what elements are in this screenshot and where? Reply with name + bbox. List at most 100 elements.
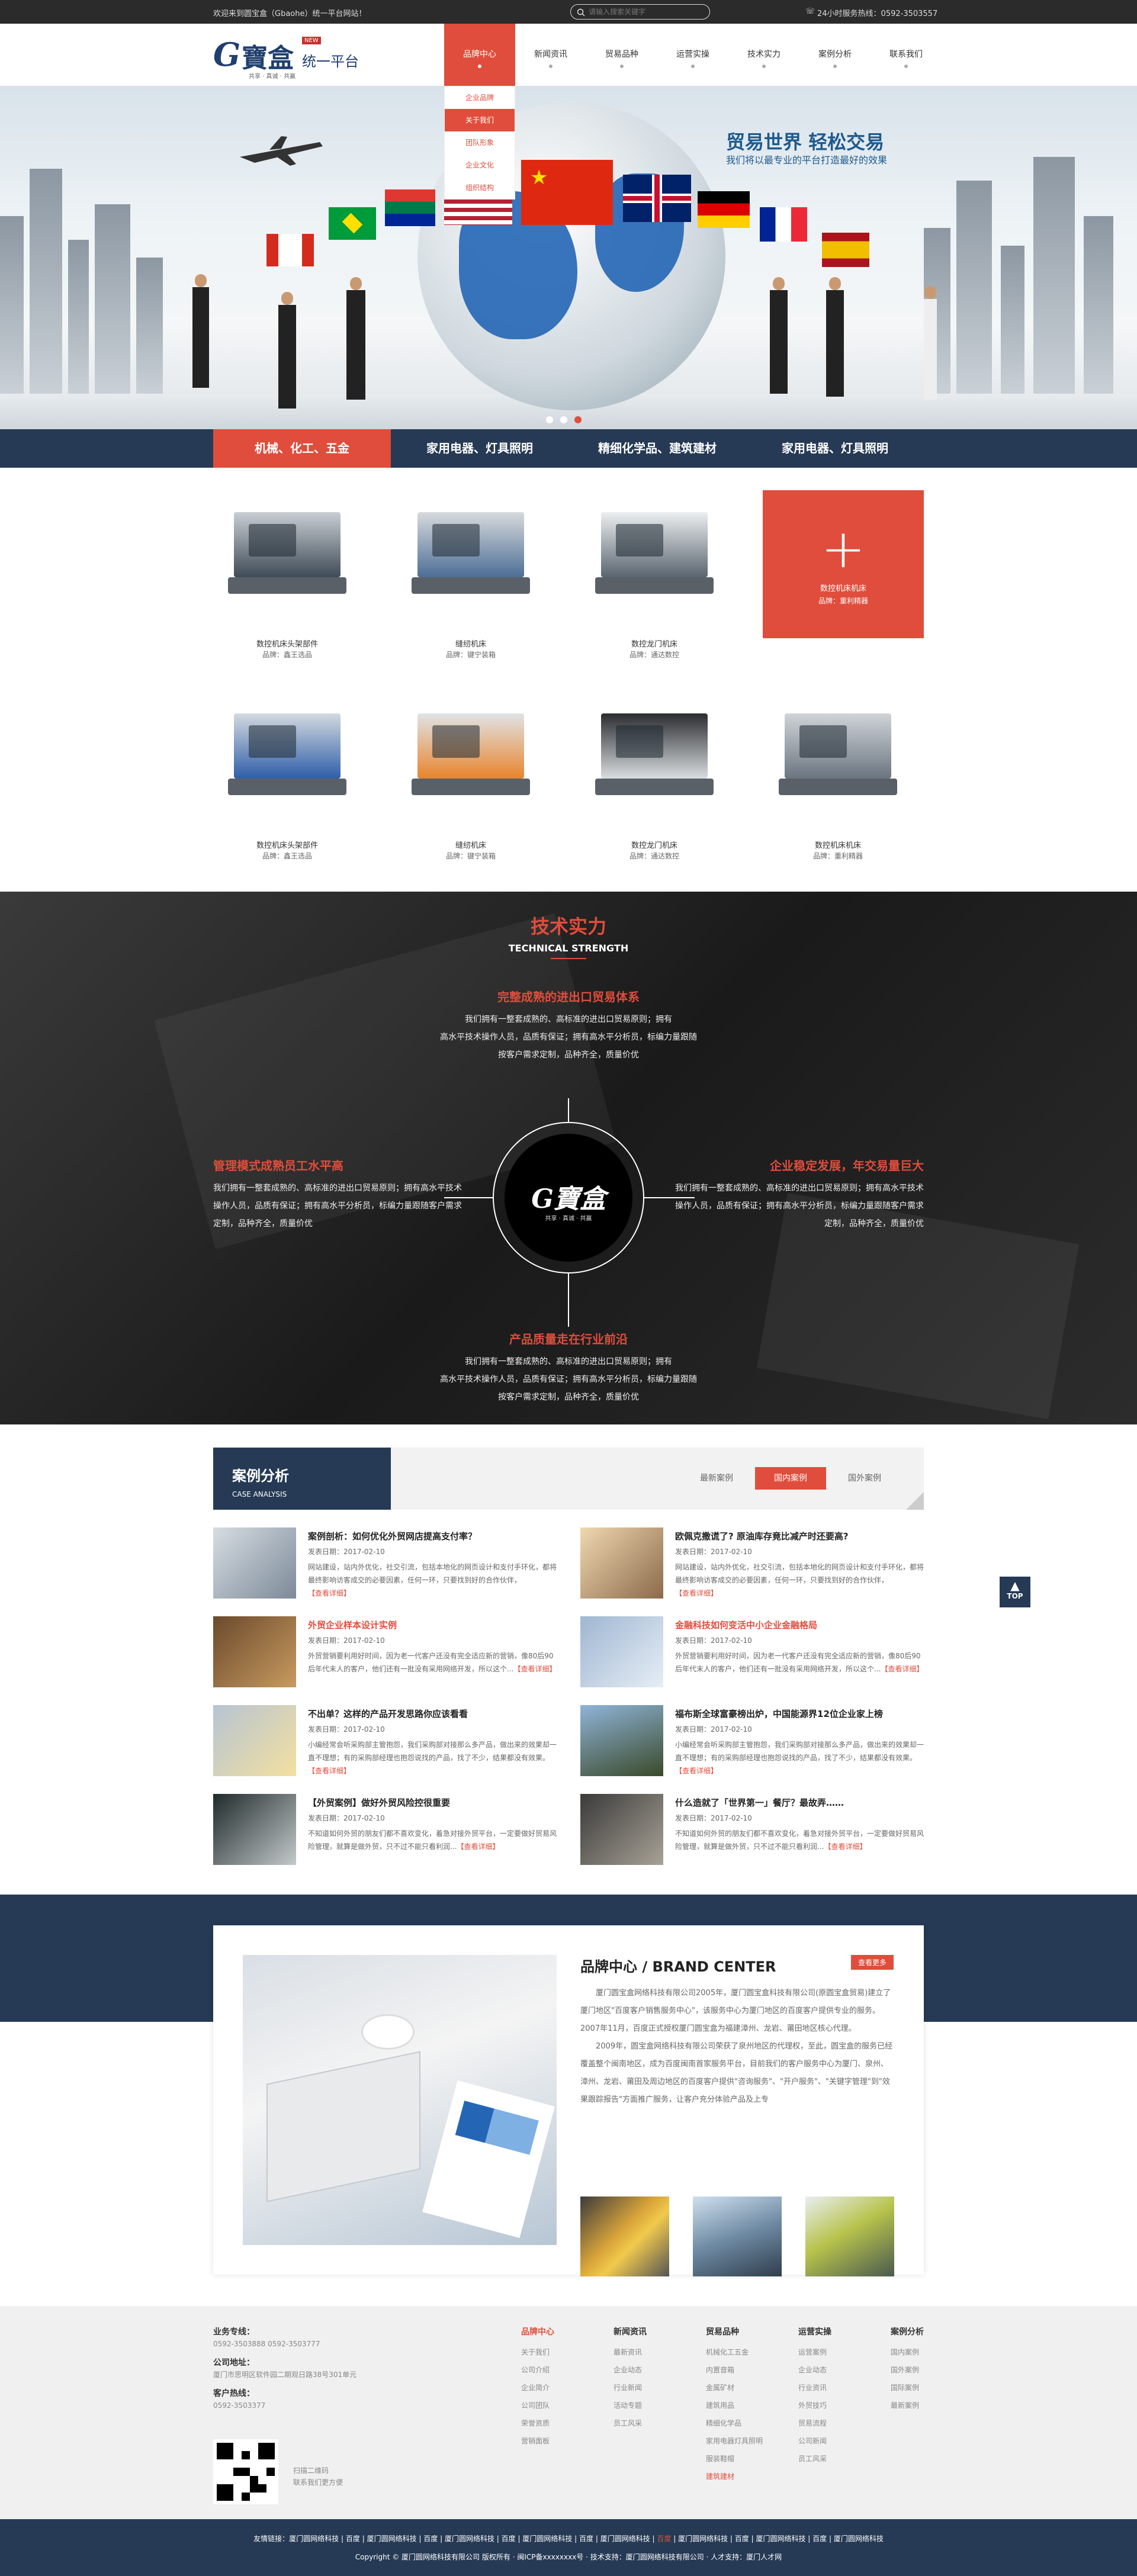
case-title[interactable]: 【外贸案例】做好外贸风险控很重要	[308, 1796, 560, 1809]
footer-link[interactable]: 服装鞋帽	[706, 2450, 763, 2468]
friend-link[interactable]: 百度	[735, 2535, 749, 2543]
case-item[interactable]: 案例剖析：如何优化外贸网店提高支付率？ 发表日期：2017-02-10 网站建设，站…	[213, 1527, 560, 1599]
case-title[interactable]: 福布斯全球富豪榜出炉，中国能源界12位企业家上榜	[675, 1707, 927, 1720]
friend-link[interactable]: 百度	[346, 2535, 360, 2543]
brand-more-button[interactable]: 查看更多	[851, 1955, 894, 1970]
footer-link[interactable]: 员工风采	[614, 2414, 647, 2432]
case-title[interactable]: 金融科技如何变活中小企业金融格局	[675, 1619, 927, 1631]
footer-link[interactable]: 建筑用品	[706, 2397, 763, 2414]
office-thumbnail[interactable]	[580, 2196, 669, 2276]
read-more-link[interactable]: 【查看详细】	[513, 1665, 556, 1673]
hero-banner[interactable]: ★ 贸易世界 轻松交易 我们将以最专业的平台打造最好的效果	[0, 86, 1137, 429]
footer-link[interactable]: 公司团队	[521, 2397, 554, 2414]
footer-link[interactable]: 金属矿材	[706, 2379, 763, 2397]
case-tab[interactable]: 最新案例	[681, 1467, 752, 1490]
dropdown-item[interactable]: 关于我们	[445, 109, 515, 131]
read-more-link[interactable]: 【查看详细】	[824, 1842, 866, 1851]
footer-link[interactable]: 内置音箱	[706, 2361, 763, 2379]
footer-link[interactable]: 外贸技巧	[798, 2397, 831, 2414]
footer-link[interactable]: 荣誉资质	[521, 2414, 554, 2432]
friend-link[interactable]: 厦门圆网络科技	[678, 2535, 728, 2543]
read-more-link[interactable]: 【查看详细】	[881, 1665, 923, 1673]
footer-link[interactable]: 贸易流程	[798, 2414, 831, 2432]
friend-link[interactable]: 百度	[502, 2535, 516, 2543]
product-card[interactable]: 数控机床头架部件 品牌：鑫王选品	[213, 483, 361, 659]
product-card[interactable]: 缝纫机床 品牌：键宁装箱	[397, 483, 545, 659]
search-box[interactable]	[570, 4, 710, 20]
nav-item[interactable]: 贸易品种	[586, 24, 657, 86]
case-title[interactable]: 欧佩克撒谎了? 原油库存竟比减产时还要高?	[675, 1530, 927, 1542]
case-item[interactable]: 【外贸案例】做好外贸风险控很重要 发表日期：2017-02-10 不知道如何外贸的朋…	[213, 1794, 560, 1865]
dropdown-item[interactable]: 团队形象	[445, 131, 515, 154]
friend-link[interactable]: 厦门圆网络科技	[367, 2535, 417, 2543]
product-card[interactable]: 数控机床机床 品牌：重利精器	[764, 684, 912, 860]
footer-link[interactable]: 公司介绍	[521, 2361, 554, 2379]
footer-column-heading[interactable]: 贸易品种	[706, 2326, 763, 2337]
footer-column-heading[interactable]: 品牌中心	[521, 2326, 554, 2337]
footer-link[interactable]: 活动专题	[614, 2397, 647, 2414]
case-title[interactable]: 不出单？这样的产品开发思路你应该看看	[308, 1707, 560, 1720]
case-item[interactable]: 什么造就了「世界第一」餐厅？最故弄…… 发表日期：2017-02-10 不知道如何外…	[580, 1794, 927, 1865]
read-more-link[interactable]: 【查看详细】	[308, 1589, 351, 1597]
nav-item[interactable]: 运营实操	[657, 24, 728, 86]
footer-link[interactable]: 家用电器灯具照明	[706, 2432, 763, 2450]
case-item[interactable]: 外贸企业样本设计实例 发表日期：2017-02-10 外贸营销要利用好时间，因为老一…	[213, 1616, 560, 1687]
product-card[interactable]: 缝纫机床 品牌：键宁装箱	[397, 684, 545, 860]
friend-link[interactable]: 厦门圆网络科技	[834, 2535, 884, 2543]
more-products-card[interactable]: + 数控机床机床 品牌：重利精器	[763, 490, 924, 638]
friend-link[interactable]: 百度	[657, 2535, 671, 2543]
read-more-link[interactable]: 【查看详细】	[457, 1842, 499, 1851]
footer-link[interactable]: 最新案例	[891, 2397, 924, 2414]
footer-link[interactable]: 营销面板	[521, 2432, 554, 2450]
footer-column-heading[interactable]: 运营实操	[798, 2326, 831, 2337]
footer-link[interactable]: 行业资讯	[798, 2379, 831, 2397]
read-more-link[interactable]: 【查看详细】	[308, 1767, 351, 1775]
search-icon[interactable]	[577, 8, 585, 17]
friend-link[interactable]: 厦门圆网络科技	[600, 2535, 650, 2543]
read-more-link[interactable]: 【查看详细】	[675, 1589, 718, 1597]
footer-link[interactable]: 运营案例	[798, 2343, 831, 2361]
footer-link[interactable]: 国外案例	[891, 2361, 924, 2379]
product-card[interactable]: 数控龙门机床 品牌：通达数控	[580, 483, 728, 659]
office-thumbnail[interactable]	[805, 2196, 894, 2276]
footer-link[interactable]: 企业简介	[521, 2379, 554, 2397]
footer-link[interactable]: 最新资讯	[614, 2343, 647, 2361]
dropdown-item[interactable]: 企业文化	[445, 154, 515, 176]
friend-link[interactable]: 厦门圆网络科技	[445, 2535, 494, 2543]
banner-dot-active[interactable]	[574, 416, 582, 423]
product-card[interactable]: 数控龙门机床 品牌：通达数控	[580, 684, 728, 860]
banner-dot[interactable]	[546, 416, 553, 423]
footer-column-heading[interactable]: 新闻资讯	[614, 2326, 647, 2337]
footer-link[interactable]: 员工风采	[798, 2450, 831, 2468]
friend-link[interactable]: 厦门圆网络科技	[289, 2535, 339, 2543]
category-tab[interactable]: 家用电器、灯具照明	[746, 429, 924, 468]
friend-link[interactable]: 百度	[812, 2535, 827, 2543]
case-item[interactable]: 福布斯全球富豪榜出炉，中国能源界12位企业家上榜 发表日期：2017-02-10 小…	[580, 1705, 927, 1776]
footer-link[interactable]: 关于我们	[521, 2343, 554, 2361]
case-item[interactable]: 不出单？这样的产品开发思路你应该看看 发表日期：2017-02-10 小编经常会听采…	[213, 1705, 560, 1776]
footer-link[interactable]: 行业新闻	[614, 2379, 647, 2397]
footer-link[interactable]: 国内案例	[891, 2343, 924, 2361]
case-item[interactable]: 欧佩克撒谎了? 原油库存竟比减产时还要高? 发表日期：2017-02-10 网站建设…	[580, 1527, 927, 1599]
read-more-link[interactable]: 【查看详细】	[675, 1767, 718, 1775]
nav-item[interactable]: 联系我们	[871, 24, 942, 86]
nav-item[interactable]: 案例分析	[799, 24, 871, 86]
footer-link[interactable]: 精细化学品	[706, 2414, 763, 2432]
friend-link[interactable]: 百度	[579, 2535, 593, 2543]
dropdown-item[interactable]: 企业品牌	[445, 86, 515, 109]
case-title[interactable]: 外贸企业样本设计实例	[308, 1619, 560, 1631]
friend-link[interactable]: 厦门圆网络科技	[522, 2535, 572, 2543]
banner-dot[interactable]	[560, 416, 567, 423]
category-tab[interactable]: 家用电器、灯具照明	[391, 429, 568, 468]
footer-link[interactable]: 企业动态	[798, 2361, 831, 2379]
search-input[interactable]	[589, 7, 701, 17]
case-title[interactable]: 案例剖析：如何优化外贸网店提高支付率？	[308, 1530, 560, 1542]
back-to-top-button[interactable]: ▲ TOP	[1000, 1577, 1030, 1607]
nav-item[interactable]: 新闻资讯	[515, 24, 586, 86]
footer-link[interactable]: 企业动态	[614, 2361, 647, 2379]
dropdown-item[interactable]: 组织结构	[445, 176, 515, 199]
footer-link[interactable]: 建筑建材	[706, 2468, 763, 2485]
case-item[interactable]: 金融科技如何变活中小企业金融格局 发表日期：2017-02-10 外贸营销要利用好时…	[580, 1616, 927, 1687]
category-tab[interactable]: 精细化学品、建筑建材	[568, 429, 746, 468]
footer-link[interactable]: 机械化工五金	[706, 2343, 763, 2361]
